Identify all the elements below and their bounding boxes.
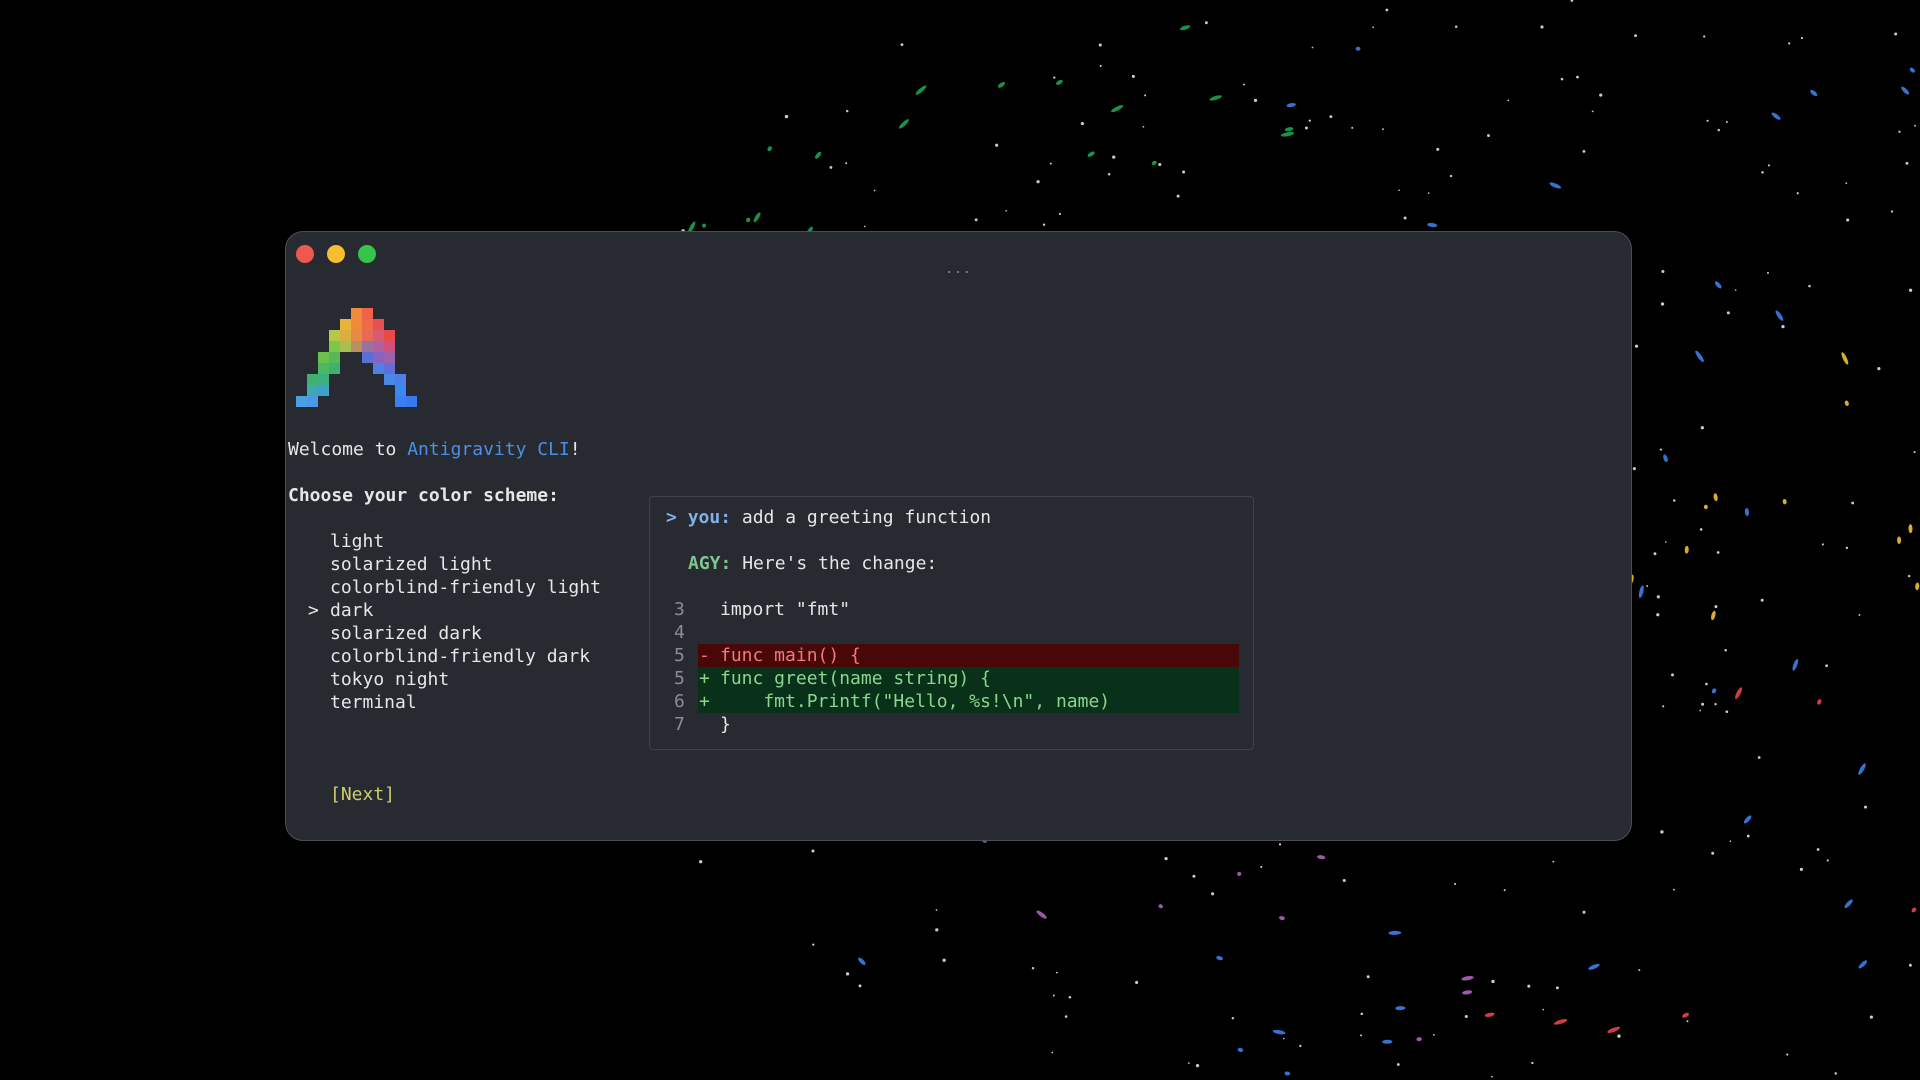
- welcome-prefix: Welcome to: [288, 439, 408, 460]
- color-scheme-label: dark: [330, 600, 374, 621]
- color-scheme-option[interactable]: colorblind-friendly light: [330, 576, 601, 599]
- zoom-window-button[interactable]: [358, 245, 376, 263]
- diff-marker: [699, 621, 710, 644]
- color-scheme-option[interactable]: > dark: [308, 599, 601, 622]
- diff-marker: [699, 598, 710, 621]
- code-line-text: func main() {: [720, 645, 861, 666]
- color-scheme-option[interactable]: colorblind-friendly dark: [330, 645, 601, 668]
- agy-label: AGY:: [688, 553, 732, 574]
- brand-name: Antigravity CLI: [407, 439, 570, 460]
- antigravity-logo-icon: [296, 308, 417, 407]
- user-message: > you: add a greeting function: [666, 506, 991, 529]
- welcome-suffix: !: [569, 439, 581, 460]
- color-scheme-option[interactable]: terminal: [330, 691, 601, 714]
- code-line-text: import "fmt": [720, 599, 851, 620]
- code-line-text: fmt.Printf("Hello, %s!\n", name): [720, 691, 1111, 712]
- color-scheme-list: light solarized light colorblind-friendly …: [308, 530, 601, 714]
- color-scheme-label: terminal: [330, 692, 417, 713]
- welcome-message: Welcome to Antigravity CLI!: [288, 438, 581, 461]
- user-message-text: add a greeting function: [731, 507, 992, 528]
- you-prompt-symbol: >: [666, 507, 677, 528]
- diff-marker: [699, 713, 710, 736]
- minimize-window-button[interactable]: [327, 245, 345, 263]
- line-number: 5: [674, 668, 685, 689]
- color-scheme-label: solarized dark: [330, 623, 482, 644]
- line-number: 3: [674, 599, 685, 620]
- color-scheme-option[interactable]: tokyo night: [330, 668, 601, 691]
- color-scheme-label: light: [330, 531, 385, 552]
- line-number: 5: [674, 645, 685, 666]
- close-window-button[interactable]: [296, 245, 314, 263]
- color-scheme-label: colorblind-friendly dark: [330, 646, 591, 667]
- color-scheme-option[interactable]: light: [330, 530, 601, 553]
- next-button[interactable]: [Next]: [330, 783, 395, 806]
- theme-preview-panel: > you: add a greeting function AGY: Here…: [649, 496, 1254, 750]
- line-number: 7: [674, 714, 685, 735]
- line-number: 4: [674, 622, 685, 643]
- window-title-ellipsis: ...: [945, 262, 972, 277]
- you-label: you:: [687, 507, 732, 528]
- color-scheme-label: tokyo night: [330, 669, 450, 690]
- diff-marker: +: [699, 668, 710, 689]
- diff-marker: -: [699, 645, 710, 666]
- code-line-text: func greet(name string) {: [720, 668, 991, 689]
- agent-message: AGY: Here's the change:: [688, 552, 937, 575]
- agent-message-text: Here's the change:: [731, 553, 938, 574]
- color-scheme-label: colorblind-friendly light: [330, 577, 601, 598]
- color-scheme-option[interactable]: solarized dark: [330, 622, 601, 645]
- color-scheme-prompt: Choose your color scheme:: [288, 485, 559, 506]
- terminal-window: ... Welcome to Antigravity CLI! Choose y…: [285, 231, 1632, 841]
- color-scheme-option[interactable]: solarized light: [330, 553, 601, 576]
- color-scheme-label: solarized light: [330, 554, 493, 575]
- line-number: 6: [674, 691, 685, 712]
- selection-cursor: >: [308, 600, 319, 621]
- diff-marker: +: [699, 691, 710, 712]
- code-line-text: }: [720, 714, 731, 735]
- traffic-lights: [296, 245, 376, 263]
